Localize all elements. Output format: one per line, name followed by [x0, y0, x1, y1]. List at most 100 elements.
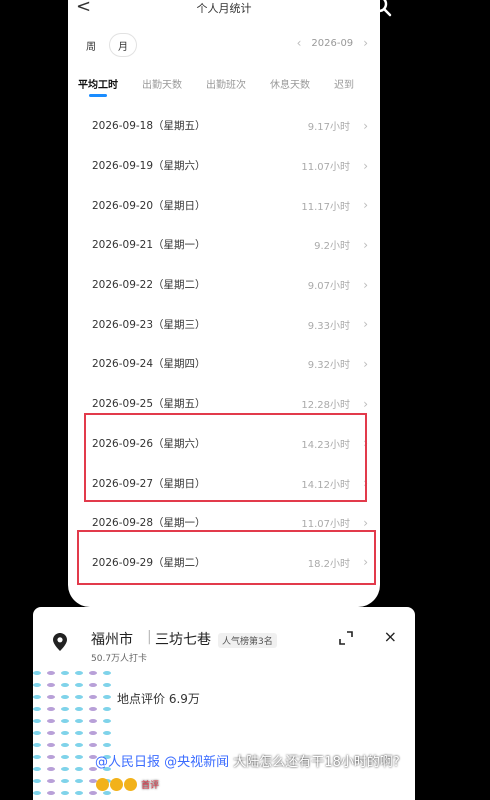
pattern-dot — [47, 731, 55, 735]
pattern-dot — [33, 779, 41, 783]
pattern-dot — [61, 791, 69, 795]
pattern-dot — [75, 755, 83, 759]
pattern-dot — [61, 743, 69, 747]
close-button[interactable]: × — [384, 627, 397, 646]
pattern-dot — [61, 707, 69, 711]
tab-attendance-days[interactable]: 出勤天数 — [142, 76, 182, 97]
rank-badge: 人气榜第3名 — [218, 633, 277, 648]
pattern-dot — [47, 755, 55, 759]
checkin-count: 50.7万人打卡 — [91, 654, 148, 664]
pattern-dot — [61, 719, 69, 723]
day-date: 2026-09-28（星期一） — [92, 517, 206, 530]
day-hours: 11.17小时 — [301, 201, 350, 213]
highlight-box-weekend — [84, 413, 367, 502]
day-hours: 9.33小时 — [307, 320, 350, 332]
chevron-right-icon: › — [363, 356, 368, 371]
period-switch: 周 月 — [78, 34, 136, 56]
pattern-dot — [61, 671, 69, 675]
pattern-dot — [47, 791, 55, 795]
pattern-dot — [75, 791, 83, 795]
crying-emoji-icon — [124, 778, 137, 791]
pattern-dot — [75, 743, 83, 747]
pattern-dot — [47, 743, 55, 747]
week-toggle[interactable]: 周 — [78, 34, 104, 56]
pattern-dot — [103, 683, 111, 687]
crying-emoji-icon — [110, 778, 123, 791]
day-hours: 9.07小时 — [307, 281, 350, 293]
day-date: 2026-09-25（星期五） — [92, 398, 206, 411]
chevron-right-icon: › — [363, 317, 368, 332]
spot-name[interactable]: 三坊七巷 — [155, 629, 211, 649]
pattern-dot — [33, 695, 41, 699]
day-date: 2026-09-23（星期三） — [92, 318, 206, 331]
pattern-dot — [89, 731, 97, 735]
pattern-dot — [103, 731, 111, 735]
pattern-dot — [33, 683, 41, 687]
tab-attendance-shifts[interactable]: 出勤班次 — [206, 76, 246, 97]
pattern-dot — [89, 719, 97, 723]
pattern-dot — [75, 767, 83, 771]
day-list: 2026-09-18（星期五） 9.17小时 › 2026-09-19（星期六） 11.… — [78, 106, 368, 582]
pattern-dot — [33, 707, 41, 711]
pattern-dot — [61, 779, 69, 783]
pattern-dot — [103, 671, 111, 675]
pattern-dot — [61, 755, 69, 759]
pattern-dot — [33, 731, 41, 735]
chevron-right-icon: › — [363, 277, 368, 292]
day-row[interactable]: 2026-09-19（星期六） 11.07小时 › — [78, 146, 368, 186]
prev-month-icon[interactable]: ‹ — [297, 36, 302, 50]
crying-emoji-icon — [96, 778, 109, 791]
pattern-dot — [89, 695, 97, 699]
day-hours: 9.32小时 — [307, 360, 350, 372]
tab-late[interactable]: 迟到 — [334, 76, 354, 97]
day-row[interactable]: 2026-09-22（星期二） 9.07小时 › — [78, 265, 368, 305]
mention-cctv-news[interactable]: @央视新闻 — [164, 755, 229, 770]
pattern-dot — [61, 695, 69, 699]
chevron-right-icon: › — [363, 118, 368, 133]
spot-rating: 地点评价 6.9万 — [117, 692, 200, 706]
expand-icon[interactable] — [339, 631, 353, 645]
day-date: 2026-09-20（星期日） — [92, 199, 206, 212]
day-date: 2026-09-19（星期六） — [92, 160, 206, 173]
pattern-dot — [47, 767, 55, 771]
pattern-dot — [75, 695, 83, 699]
pattern-dot — [75, 719, 83, 723]
pattern-dot — [47, 779, 55, 783]
city-name[interactable]: 福州市 — [91, 629, 133, 649]
day-row[interactable]: 2026-09-20（星期日） 11.17小时 › — [78, 185, 368, 225]
day-date: 2026-09-24（星期四） — [92, 358, 206, 371]
pattern-dot — [103, 695, 111, 699]
pattern-dot — [61, 683, 69, 687]
pattern-dot — [89, 707, 97, 711]
chevron-right-icon: › — [363, 198, 368, 213]
title-bar: < 个人月统计 — [68, 0, 380, 18]
day-row[interactable]: 2026-09-18（星期五） 9.17小时 › — [78, 106, 368, 146]
pattern-dot — [75, 779, 83, 783]
pattern-dot — [33, 671, 41, 675]
day-hours: 11.07小时 — [301, 162, 350, 174]
comment-text: @人民日报 @央视新闻 大陆怎么还有干18小时的啊? 首评 — [95, 752, 405, 797]
chevron-right-icon: › — [363, 237, 368, 252]
pattern-dot — [47, 695, 55, 699]
chevron-right-icon: › — [363, 158, 368, 173]
day-row[interactable]: 2026-09-21（星期一） 9.2小时 › — [78, 225, 368, 265]
day-hours: 9.17小时 — [307, 122, 350, 134]
pattern-dot — [103, 743, 111, 747]
pattern-dot — [47, 719, 55, 723]
tab-avg-hours[interactable]: 平均工时 — [78, 76, 118, 97]
mention-people-daily[interactable]: @人民日报 — [95, 755, 160, 770]
day-row[interactable]: 2026-09-24（星期四） 9.32小时 › — [78, 344, 368, 384]
tab-rest-days[interactable]: 休息天数 — [270, 76, 310, 97]
pattern-dot — [75, 731, 83, 735]
first-comment-badge: 首评 — [141, 781, 160, 791]
pattern-dot — [103, 719, 111, 723]
day-hours: 9.2小时 — [314, 241, 350, 253]
pattern-dot — [33, 719, 41, 723]
comment-body: 大陆怎么还有干18小时的啊? — [229, 755, 400, 770]
day-date: 2026-09-22（星期二） — [92, 279, 206, 292]
month-toggle[interactable]: 月 — [110, 34, 136, 56]
day-date: 2026-09-18（星期五） — [92, 120, 206, 133]
pattern-dot — [61, 767, 69, 771]
next-month-icon[interactable]: › — [363, 36, 368, 50]
day-row[interactable]: 2026-09-23（星期三） 9.33小时 › — [78, 304, 368, 344]
